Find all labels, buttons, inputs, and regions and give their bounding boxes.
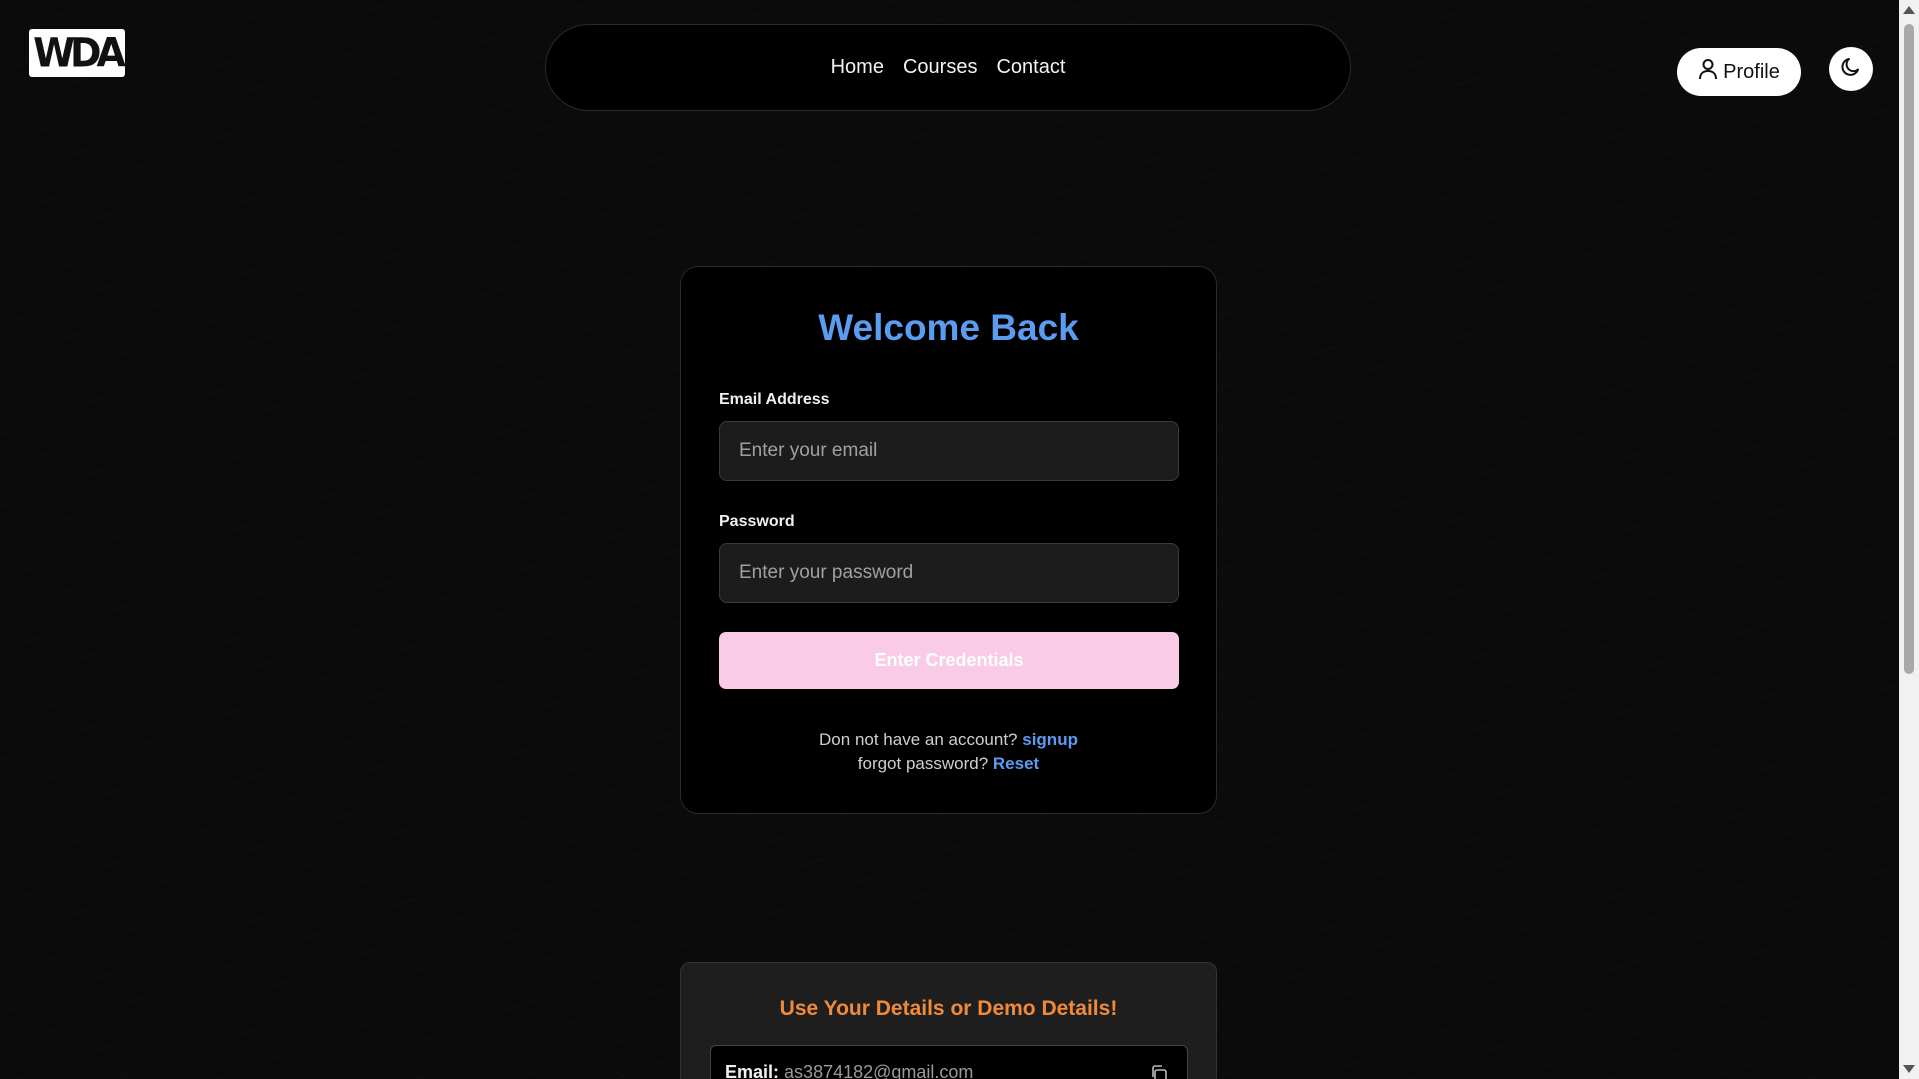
profile-label: Profile — [1723, 60, 1780, 83]
nav-home-link[interactable]: Home — [831, 56, 884, 79]
user-icon — [1698, 58, 1718, 86]
demo-email-key: Email: — [725, 1062, 780, 1079]
email-input[interactable] — [719, 421, 1179, 481]
page-scrollbar[interactable] — [1899, 0, 1919, 1079]
logo[interactable]: WDA — [29, 29, 126, 77]
demo-email-value: as3874182@gmail.com — [784, 1062, 974, 1079]
password-input[interactable] — [719, 543, 1179, 603]
scroll-up-arrow-icon[interactable] — [1903, 6, 1915, 14]
theme-toggle-button[interactable] — [1829, 47, 1873, 91]
page: WDA Home Courses Contact Profile Welcome… — [0, 0, 1919, 1079]
nav-courses-link[interactable]: Courses — [903, 56, 977, 79]
signup-row: Don not have an account? signup — [681, 730, 1216, 750]
nav-contact-link[interactable]: Contact — [996, 56, 1065, 79]
reset-link[interactable]: Reset — [993, 754, 1039, 773]
signup-link[interactable]: signup — [1022, 730, 1078, 749]
main-nav: Home Courses Contact — [545, 24, 1351, 111]
moon-icon — [1840, 56, 1862, 83]
logo-text: WDA — [33, 29, 126, 77]
copy-icon[interactable] — [1149, 1064, 1169, 1079]
email-label: Email Address — [719, 391, 830, 408]
forgot-row: forgot password? Reset — [681, 754, 1216, 774]
forgot-prompt: forgot password? — [857, 754, 989, 773]
demo-details-card: Use Your Details or Demo Details! Email:… — [680, 962, 1217, 1079]
scroll-down-arrow-icon[interactable] — [1903, 1065, 1915, 1073]
demo-email-row: Email: as3874182@gmail.com — [710, 1045, 1188, 1079]
signup-prompt: Don not have an account? — [819, 730, 1018, 749]
demo-email-text: Email: as3874182@gmail.com — [725, 1062, 973, 1079]
login-card: Welcome Back Email Address Password Ente… — [680, 266, 1217, 814]
login-title: Welcome Back — [818, 307, 1079, 348]
demo-title: Use Your Details or Demo Details! — [779, 997, 1118, 1020]
scrollbar-thumb[interactable] — [1904, 24, 1914, 674]
profile-button[interactable]: Profile — [1677, 48, 1801, 96]
submit-button[interactable]: Enter Credentials — [719, 632, 1179, 689]
password-label: Password — [719, 513, 795, 530]
